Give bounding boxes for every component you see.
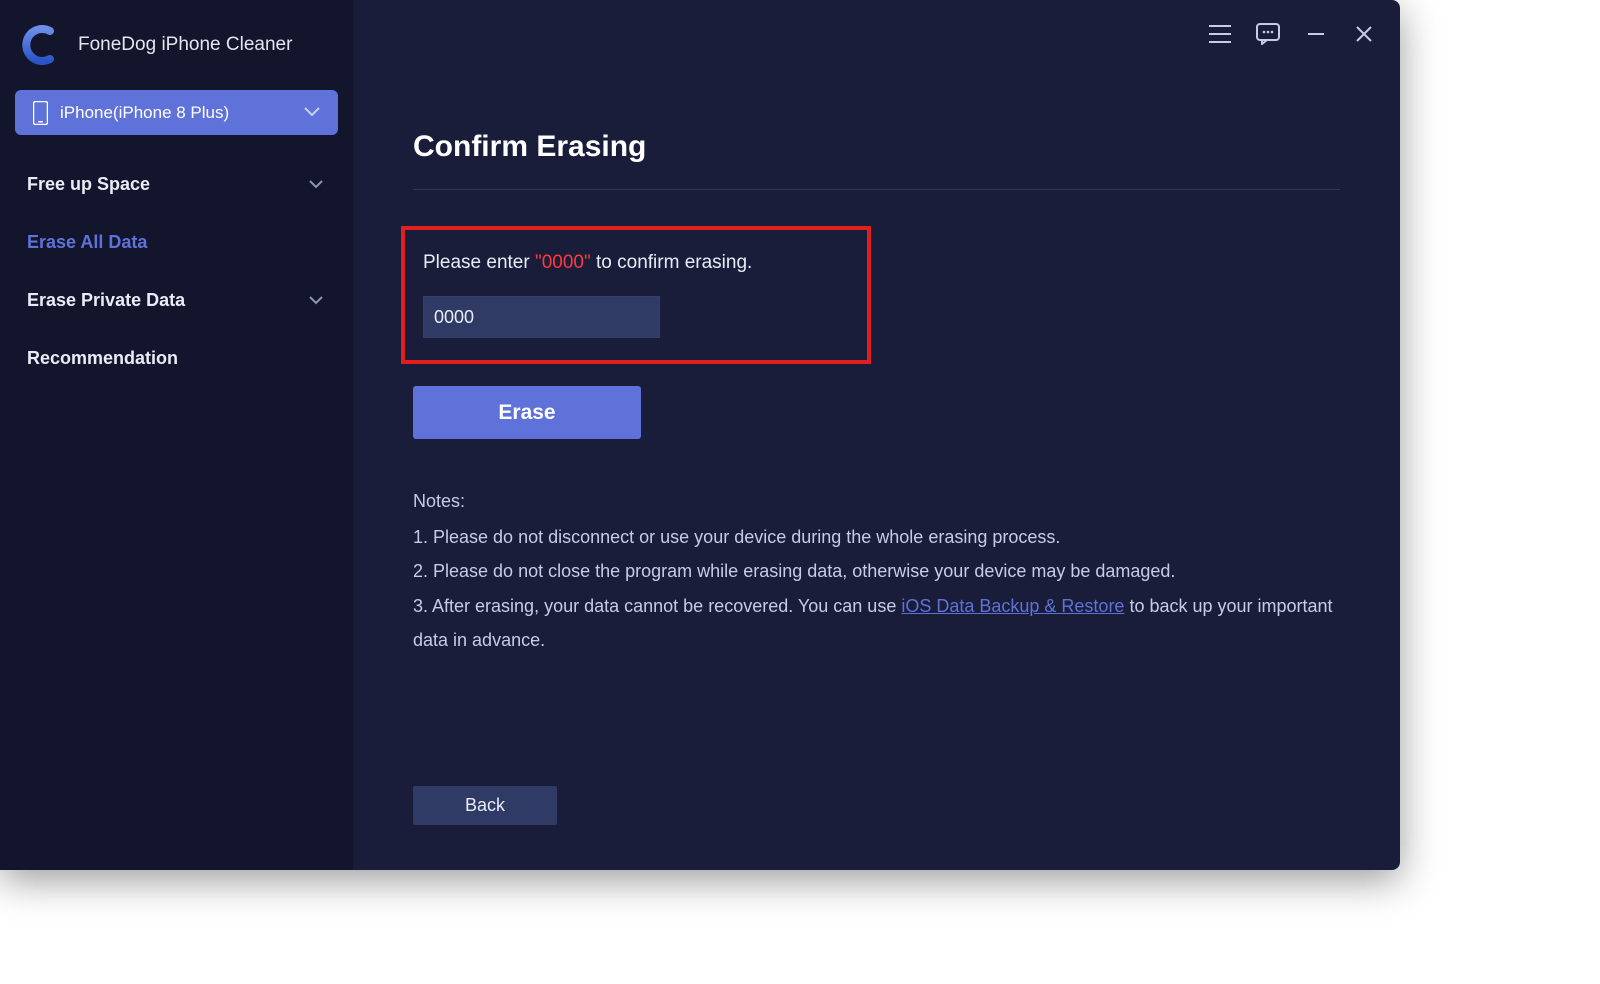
page-title: Confirm Erasing bbox=[413, 130, 1340, 164]
nav-label: Free up Space bbox=[27, 174, 150, 195]
ios-backup-link[interactable]: iOS Data Backup & Restore bbox=[901, 596, 1124, 616]
minimize-icon[interactable] bbox=[1304, 22, 1328, 46]
app-window: FoneDog iPhone Cleaner iPhone(iPhone 8 P… bbox=[0, 0, 1400, 870]
phone-icon bbox=[33, 101, 48, 125]
nav-label: Erase All Data bbox=[27, 232, 147, 253]
confirm-prompt: Please enter "0000" to confirm erasing. bbox=[423, 252, 849, 274]
close-icon[interactable] bbox=[1352, 22, 1376, 46]
app-title: FoneDog iPhone Cleaner bbox=[78, 34, 292, 56]
titlebar-controls bbox=[1208, 22, 1376, 46]
divider bbox=[413, 189, 1340, 190]
nav-recommendation[interactable]: Recommendation bbox=[15, 329, 338, 387]
feedback-icon[interactable] bbox=[1256, 22, 1280, 46]
chevron-down-icon bbox=[309, 180, 323, 189]
prompt-code: "0000" bbox=[535, 252, 591, 273]
nav-erase-all-data[interactable]: Erase All Data bbox=[15, 213, 338, 271]
back-button[interactable]: Back bbox=[413, 786, 557, 825]
chevron-down-icon bbox=[309, 296, 323, 305]
prompt-text-post: to confirm erasing. bbox=[591, 252, 753, 273]
notes-block: Notes: 1. Please do not disconnect or us… bbox=[413, 484, 1340, 657]
erase-button[interactable]: Erase bbox=[413, 386, 641, 439]
nav-label: Erase Private Data bbox=[27, 290, 185, 311]
nav-label: Recommendation bbox=[27, 348, 178, 369]
note-1: 1. Please do not disconnect or use your … bbox=[413, 520, 1340, 554]
logo-row: FoneDog iPhone Cleaner bbox=[15, 15, 338, 90]
notes-heading: Notes: bbox=[413, 484, 1340, 518]
device-label: iPhone(iPhone 8 Plus) bbox=[60, 103, 292, 123]
note-3: 3. After erasing, your data cannot be re… bbox=[413, 589, 1340, 657]
prompt-text-pre: Please enter bbox=[423, 252, 535, 273]
chevron-down-icon bbox=[304, 104, 320, 122]
menu-icon[interactable] bbox=[1208, 22, 1232, 46]
app-logo-icon bbox=[20, 25, 60, 65]
note-2: 2. Please do not close the program while… bbox=[413, 554, 1340, 588]
sidebar: FoneDog iPhone Cleaner iPhone(iPhone 8 P… bbox=[0, 0, 353, 870]
confirm-input-wrap bbox=[423, 296, 660, 338]
nav-erase-private-data[interactable]: Erase Private Data bbox=[15, 271, 338, 329]
nav-free-up-space[interactable]: Free up Space bbox=[15, 155, 338, 213]
confirm-input[interactable] bbox=[423, 296, 660, 338]
confirm-highlight-box: Please enter "0000" to confirm erasing. bbox=[401, 226, 871, 364]
note-3-pre: 3. After erasing, your data cannot be re… bbox=[413, 596, 901, 616]
main-panel: Confirm Erasing Please enter "0000" to c… bbox=[353, 0, 1400, 870]
device-selector[interactable]: iPhone(iPhone 8 Plus) bbox=[15, 90, 338, 135]
